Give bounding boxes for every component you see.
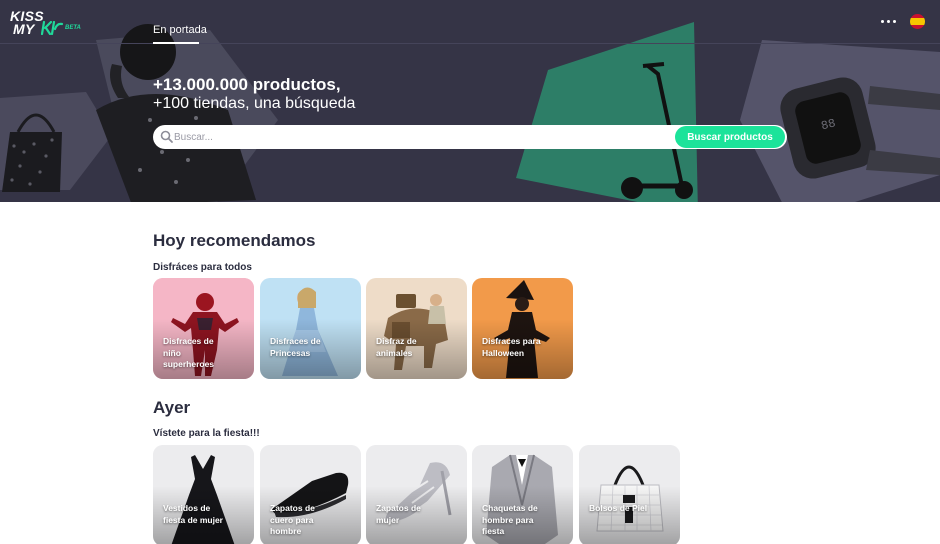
card-label: Disfraces para Halloween	[482, 336, 541, 358]
section-subtitle-yesterday: Vístete para la fiesta!!!	[153, 428, 260, 439]
category-card-halloween[interactable]: Disfraces para Halloween	[472, 278, 573, 379]
section-title-yesterday: Ayer	[153, 398, 191, 417]
active-tab-indicator	[153, 42, 199, 44]
search-icon	[160, 130, 173, 143]
more-dots-icon[interactable]	[880, 18, 898, 26]
section-title-today: Hoy recomendamos	[153, 231, 316, 250]
category-card-party-jackets[interactable]: Chaquetas de hombre para fiesta	[472, 445, 573, 544]
card-label: Disfraces de niño superheroes	[163, 336, 215, 369]
kissmy-logo-mark-icon	[41, 21, 64, 35]
search-products-button[interactable]: Buscar productos	[675, 126, 785, 148]
hero-banner: 88 KISS MY BETA En portada +13.000.000 p…	[0, 0, 940, 202]
tab-en-portada[interactable]: En portada	[153, 24, 207, 36]
card-label: Chaquetas de hombre para fiesta	[482, 503, 538, 536]
category-card-leather-bags[interactable]: Bolsos de Piel	[579, 445, 680, 544]
hero-title: +13.000.000 productos,	[153, 75, 341, 94]
logo-text-line2: MY	[13, 21, 35, 37]
search-input[interactable]	[174, 128, 664, 146]
kissmy-logo[interactable]: KISS MY BETA	[10, 8, 88, 36]
category-card-princesses[interactable]: Disfraces de Princesas	[260, 278, 361, 379]
card-label: Disfraz de animales	[376, 336, 417, 358]
card-label: Zapatos de mujer	[376, 503, 421, 525]
card-label: Disfraces de Princesas	[270, 336, 321, 358]
card-label: Zapatos de cuero para hombre	[270, 503, 315, 536]
section-subtitle-today: Disfráces para todos	[153, 262, 252, 273]
top-navigation-bar: KISS MY BETA En portada	[0, 0, 940, 44]
card-label: Vestidos de fiesta de mujer	[163, 503, 223, 525]
spain-flag-icon[interactable]	[910, 14, 925, 29]
category-card-superheroes[interactable]: Disfraces de niño superheroes	[153, 278, 254, 379]
search-bar: Buscar productos	[153, 125, 787, 149]
card-label: Bolsos de Piel	[589, 503, 648, 513]
category-card-leather-shoes[interactable]: Zapatos de cuero para hombre	[260, 445, 361, 544]
category-card-women-shoes[interactable]: Zapatos de mujer	[366, 445, 467, 544]
category-card-animals[interactable]: Disfraz de animales	[366, 278, 467, 379]
hero-subtitle: +100 tiendas, una búsqueda	[153, 95, 356, 112]
card-gradient-overlay	[579, 486, 680, 544]
beta-badge: BETA	[65, 25, 81, 31]
category-card-party-dresses[interactable]: Vestidos de fiesta de mujer	[153, 445, 254, 544]
